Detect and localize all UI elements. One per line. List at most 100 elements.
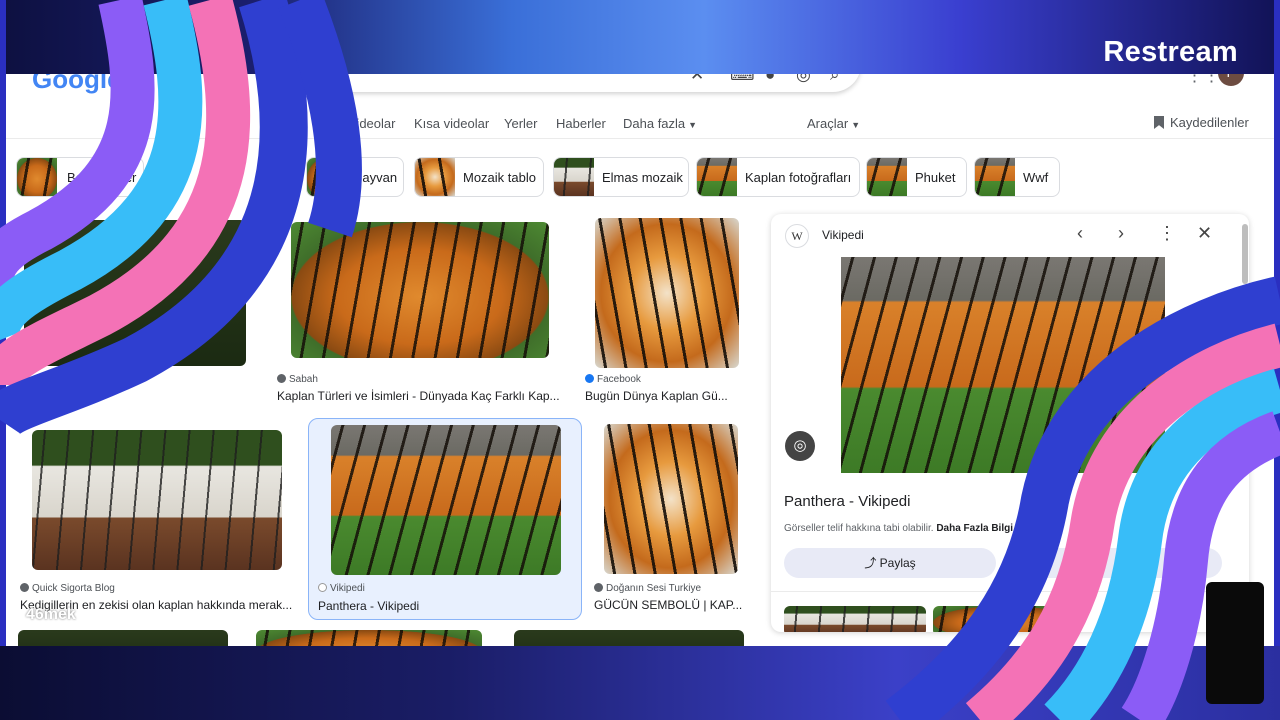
saved-label: Kaydedilenler	[1170, 115, 1249, 130]
chip-label: Phuket	[915, 170, 956, 185]
related-thumbnail[interactable]	[784, 606, 926, 632]
result-image-partial[interactable]	[18, 630, 228, 646]
lens-icon[interactable]: ◎	[796, 74, 811, 85]
page-scrollbar[interactable]	[1242, 224, 1248, 284]
chevron-down-icon: ▼	[851, 120, 861, 130]
chevron-left-icon[interactable]: ‹	[1077, 223, 1083, 244]
search-strip: Google ✕ ⌨ ● ◎ ⌕ ⋮⋮ P	[6, 74, 1274, 100]
tools-button[interactable]: Araçlar ▼	[807, 116, 860, 131]
chip-thumbnail	[307, 158, 347, 196]
browser-content: Google ✕ ⌨ ● ◎ ⌕ ⋮⋮ P ş Videolar Kısa vi…	[6, 74, 1274, 646]
saved-button[interactable]: Kaydedilenler	[1154, 115, 1249, 130]
tools-label: Araçlar	[807, 116, 849, 131]
more-vert-icon[interactable]: ⋮	[1158, 223, 1176, 244]
source-icon	[277, 374, 286, 383]
result-card-selected[interactable]: Vikipedi Panthera - Vikipedi	[308, 418, 582, 620]
chip-bengal-tiger[interactable]: Bengal tiger	[16, 157, 144, 197]
tab-partial[interactable]: ş	[318, 116, 325, 131]
result-card[interactable]: Sabah Kaplan Türleri ve İsimleri - Dünya…	[271, 214, 563, 406]
result-image	[32, 430, 282, 570]
panel-site-name[interactable]: Vikipedi	[822, 228, 864, 242]
result-source-label: Doğanın Sesi Turkiye	[606, 583, 702, 594]
stream-frame-bottom	[0, 646, 1280, 720]
search-tabs: ş Videolar Kısa videolar Yerler Haberler…	[6, 110, 1274, 136]
result-title: Panthera - Vikipedi	[318, 599, 420, 613]
search-icon[interactable]: ⌕	[830, 74, 840, 85]
close-icon[interactable]: ✕	[690, 74, 704, 85]
search-box[interactable]	[306, 74, 861, 92]
tab-videos[interactable]: Videolar	[348, 116, 395, 131]
learn-more-link[interactable]: Daha Fazla Bilgi	[936, 523, 1013, 534]
tab-news[interactable]: Haberler	[556, 116, 606, 131]
chip-thumbnail	[975, 158, 1015, 196]
result-card[interactable]: Quick Sigorta Blog Kedigillerin en zekis…	[16, 420, 306, 616]
chip-thumbnail	[867, 158, 907, 196]
result-image-partial[interactable]	[24, 220, 246, 366]
tab-more[interactable]: Daha fazla ▼	[623, 116, 697, 131]
result-image	[604, 424, 738, 574]
copyright-note-text: Görseller telif hakkına tabi olabilir.	[784, 523, 934, 534]
google-logo[interactable]: Google	[32, 74, 122, 95]
image-preview-panel: W Vikipedi ‹ › ⋮ ✕ ◎ Panthera - Vikipedi…	[771, 214, 1249, 632]
chip-mosaic-painting[interactable]: Mozaik tablo	[414, 157, 544, 197]
wikipedia-icon	[318, 583, 327, 592]
result-card[interactable]: Doğanın Sesi Turkiye GÜCÜN SEMBOLÜ | KAP…	[590, 420, 756, 616]
result-card[interactable]: Facebook Bugün Dünya Kaplan Gü...	[581, 214, 753, 406]
chevron-right-icon[interactable]: ›	[1118, 223, 1124, 244]
avatar[interactable]: P	[1218, 74, 1244, 86]
stream-frame-top	[0, 0, 1280, 74]
result-source: Quick Sigorta Blog	[20, 583, 115, 594]
chip-tiger-photos[interactable]: Kaplan fotoğrafları	[696, 157, 860, 197]
result-source: Facebook	[585, 374, 641, 385]
result-image	[291, 222, 549, 358]
chip-label: Wwf	[1023, 170, 1049, 185]
result-image-partial[interactable]	[514, 630, 744, 646]
header-divider	[6, 138, 1274, 139]
image-results-grid: Sabah Kaplan Türleri ve İsimleri - Dünya…	[6, 214, 766, 646]
wikipedia-logo: W	[785, 224, 809, 248]
tab-places[interactable]: Yerler	[504, 116, 537, 131]
chip-phuket[interactable]: Phuket	[866, 157, 967, 197]
chip-label: Hayvan	[353, 170, 398, 185]
related-thumbnail[interactable]	[933, 606, 1075, 632]
result-title: GÜCÜN SEMBOLÜ | KAP...	[594, 598, 743, 612]
keyboard-icon[interactable]: ⌨	[730, 74, 755, 85]
source-icon	[594, 583, 603, 592]
chevron-down-icon: ▼	[688, 120, 698, 130]
chip-label: Kaplan fotoğrafları	[745, 170, 852, 185]
related-chips: Bengal tiger Hayvan Mozaik tablo Elmas m…	[16, 157, 1076, 197]
stream-frame-right	[1274, 0, 1280, 720]
chip-thumbnail	[17, 158, 57, 196]
chip-wwf[interactable]: Wwf	[974, 157, 1060, 197]
result-image-partial[interactable]	[256, 630, 482, 646]
panel-header: W Vikipedi ‹ › ⋮ ✕	[771, 214, 1249, 258]
result-title: Kaplan Türleri ve İsimleri - Dünyada Kaç…	[277, 389, 560, 403]
result-source-label: Facebook	[597, 374, 641, 385]
lens-icon[interactable]: ◎	[785, 431, 815, 461]
result-source: Sabah	[277, 374, 318, 385]
visit-button[interactable]	[1007, 548, 1222, 578]
result-image	[595, 218, 739, 368]
chip-thumbnail	[415, 158, 455, 196]
result-title: Bugün Dünya Kaplan Gü...	[585, 389, 728, 403]
panel-divider	[771, 591, 1249, 592]
result-source-label: Vikipedi	[330, 583, 365, 594]
result-source: Vikipedi	[318, 583, 365, 594]
apps-icon[interactable]: ⋮⋮	[1186, 74, 1220, 86]
tab-short-videos[interactable]: Kısa videolar	[414, 116, 489, 131]
bookmark-icon	[1154, 116, 1164, 129]
chip-thumbnail	[554, 158, 594, 196]
panel-title[interactable]: Panthera - Vikipedi	[784, 493, 910, 510]
result-source-label: Sabah	[289, 374, 318, 385]
result-source-label: Quick Sigorta Blog	[32, 583, 115, 594]
chip-animal[interactable]: Hayvan	[306, 157, 404, 197]
preview-image[interactable]	[841, 257, 1165, 473]
mic-icon[interactable]: ●	[765, 74, 775, 85]
close-icon[interactable]: ✕	[1197, 223, 1212, 244]
share-button[interactable]: ⤴ Paylaş	[784, 548, 996, 578]
result-image	[331, 425, 561, 575]
chip-label: Bengal tiger	[67, 170, 137, 185]
chip-diamond-mosaic[interactable]: Elmas mozaik	[553, 157, 689, 197]
chip-thumbnail	[697, 158, 737, 196]
camera-box	[1206, 582, 1264, 704]
